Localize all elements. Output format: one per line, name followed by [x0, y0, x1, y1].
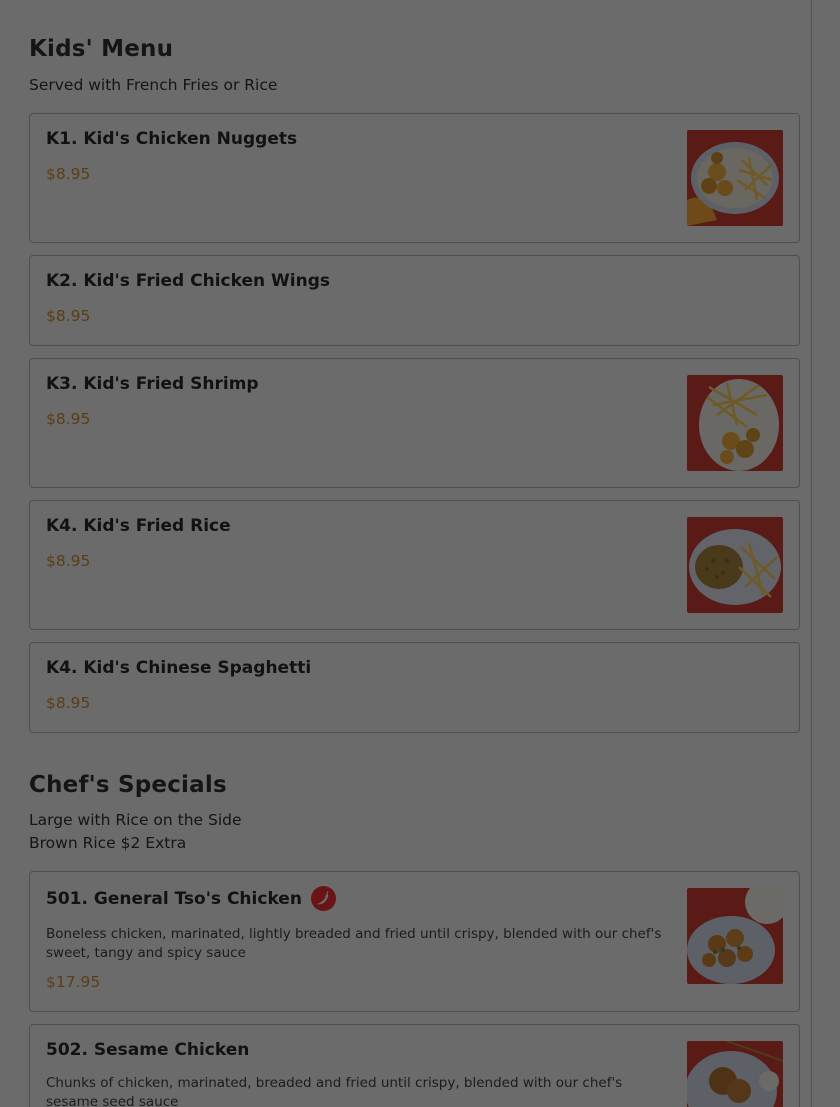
item-price: $8.95	[46, 410, 91, 428]
item-name: K1. Kid's Chicken Nuggets	[46, 129, 298, 149]
menu-item-card[interactable]: K4. Kid's Chinese Spaghetti $8.95	[29, 642, 800, 733]
item-name: K4. Kid's Fried Rice	[46, 516, 231, 536]
item-name: K3. Kid's Fried Shrimp	[46, 374, 259, 394]
menu-item-card[interactable]: K1. Kid's Chicken Nuggets $8.95	[29, 113, 800, 243]
chili-pepper-icon	[310, 886, 336, 911]
item-price: $17.95	[46, 973, 101, 991]
item-photo[interactable]	[687, 517, 783, 613]
item-name: K4. Kid's Chinese Spaghetti	[46, 658, 312, 678]
item-name: 501. General Tso's Chicken	[46, 888, 302, 909]
section-subtitle: Served with French Fries or Rice	[29, 76, 278, 94]
menu-item-card[interactable]: 502. Sesame Chicken Chunks of chicken, m…	[29, 1024, 800, 1107]
item-price: $8.95	[46, 165, 91, 183]
item-price: $8.95	[46, 307, 91, 325]
scrollbar[interactable]	[811, 0, 840, 1107]
menu-item-card[interactable]: K3. Kid's Fried Shrimp $8.95	[29, 358, 800, 488]
item-description: Boneless chicken, marinated, lightly bre…	[46, 926, 662, 961]
item-photo[interactable]	[687, 1041, 783, 1107]
item-photo[interactable]	[687, 888, 783, 984]
item-photo[interactable]	[687, 375, 783, 471]
section-subtitle: Large with Rice on the Side	[29, 811, 242, 829]
section-title: Chef's Specials	[29, 772, 227, 798]
item-name-row: 501. General Tso's Chicken	[46, 886, 336, 911]
item-description: Chunks of chicken, marinated, breaded an…	[46, 1075, 623, 1107]
item-photo[interactable]	[687, 130, 783, 226]
item-price: $8.95	[46, 694, 91, 712]
menu-item-card[interactable]: K4. Kid's Fried Rice $8.95	[29, 500, 800, 630]
item-name: K2. Kid's Fried Chicken Wings	[46, 271, 330, 291]
menu-item-card[interactable]: K2. Kid's Fried Chicken Wings $8.95	[29, 255, 800, 346]
section-title: Kids' Menu	[29, 36, 174, 62]
item-name: 502. Sesame Chicken	[46, 1040, 250, 1060]
item-price: $8.95	[46, 552, 91, 570]
menu-item-card[interactable]: 501. General Tso's Chicken Boneless chic…	[29, 871, 800, 1012]
section-subtitle: Brown Rice $2 Extra	[29, 834, 187, 852]
